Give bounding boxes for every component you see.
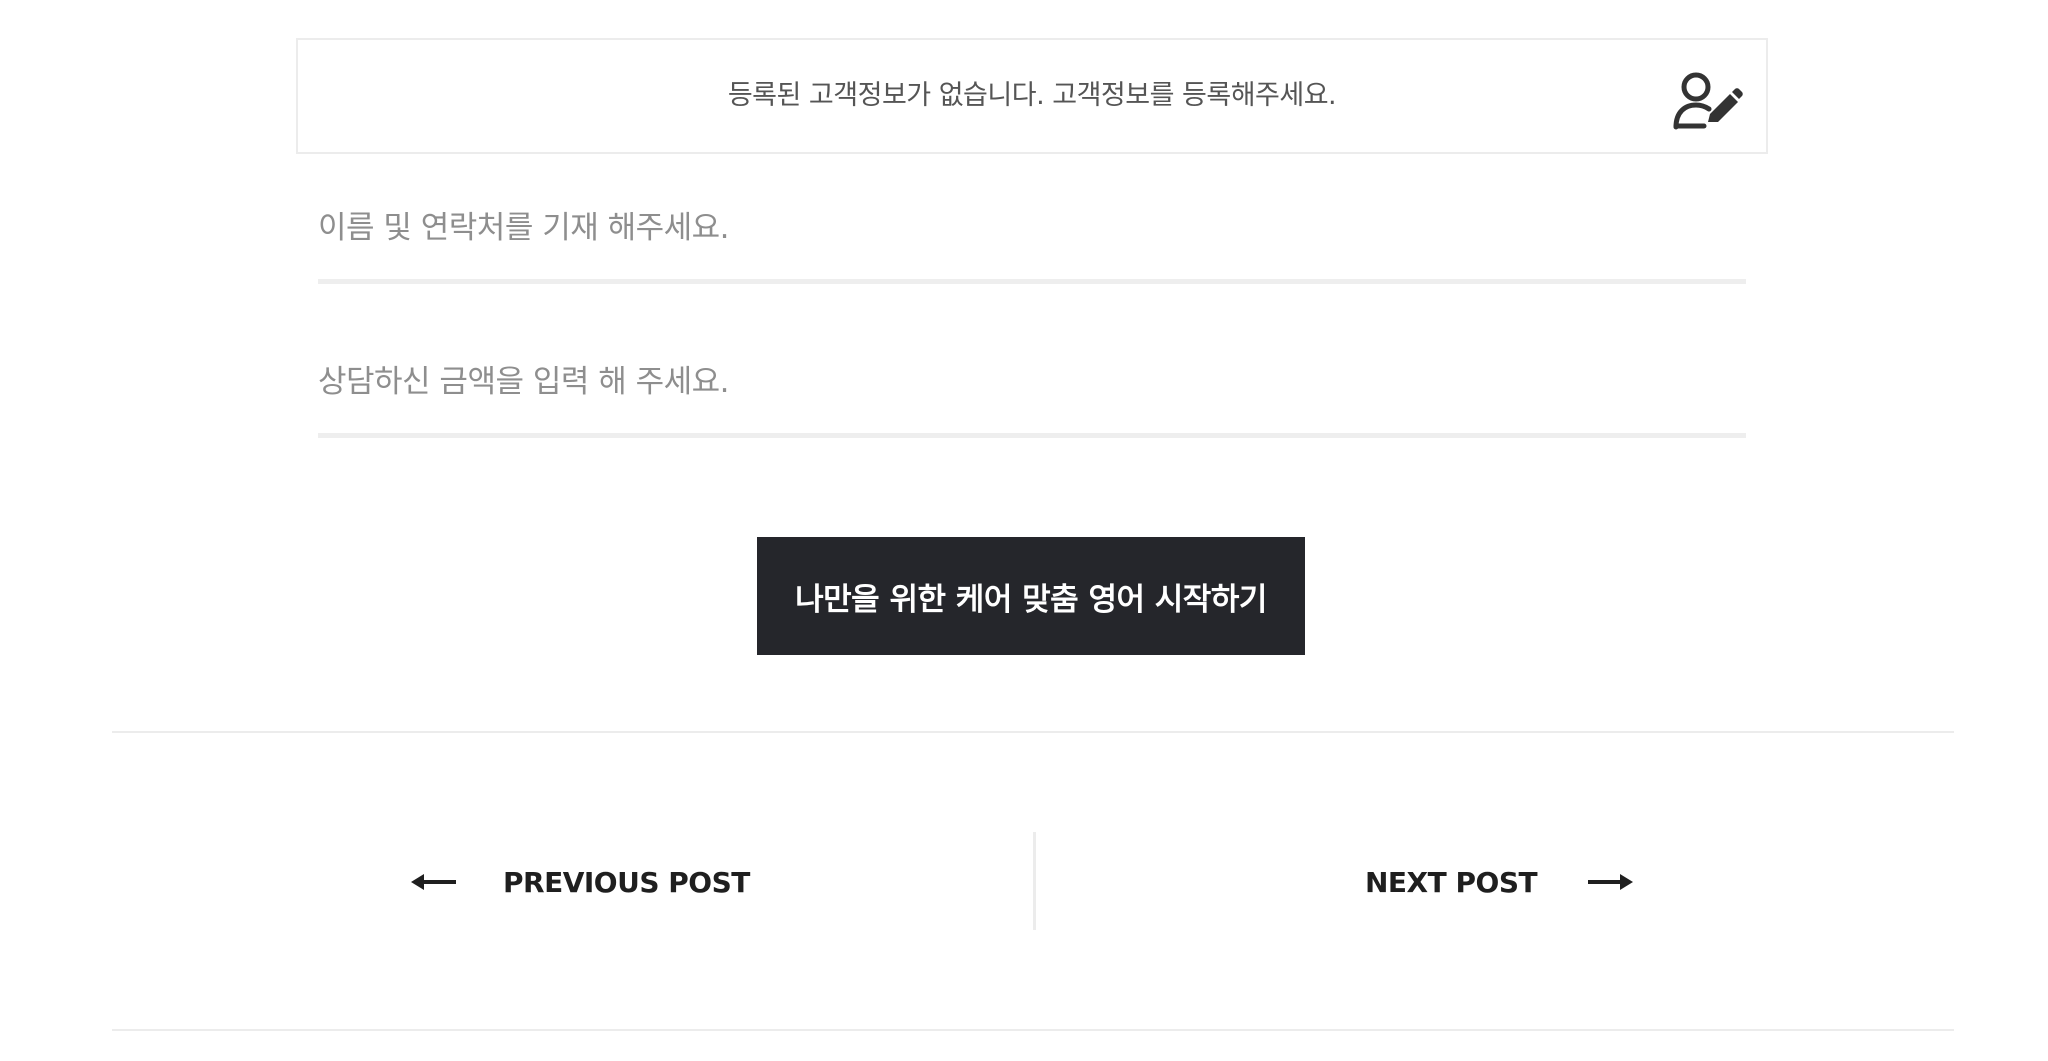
arrow-right-icon (1587, 872, 1634, 892)
name-contact-input[interactable] (318, 176, 1746, 284)
customer-info-notice-text: 등록된 고객정보가 없습니다. 고객정보를 등록해주세요. (727, 80, 1337, 111)
previous-post-label: PREVIOUS POST (503, 865, 750, 899)
post-nav-separator (1033, 832, 1036, 930)
previous-post-link[interactable]: PREVIOUS POST (411, 862, 750, 902)
customer-info-notice: 등록된 고객정보가 없습니다. 고객정보를 등록해주세요. (296, 38, 1768, 154)
user-edit-icon[interactable] (1672, 70, 1744, 130)
next-post-link[interactable]: NEXT POST (1365, 862, 1634, 902)
arrow-left-icon (411, 872, 457, 892)
page: 등록된 고객정보가 없습니다. 고객정보를 등록해주세요. 나만을 위한 케어 … (0, 0, 2048, 1061)
divider-bottom (112, 1029, 1954, 1031)
next-post-label: NEXT POST (1365, 865, 1538, 899)
divider-top (112, 731, 1954, 733)
start-custom-english-care-button[interactable]: 나만을 위한 케어 맞춤 영어 시작하기 (757, 537, 1305, 655)
consultation-amount-input[interactable] (318, 330, 1746, 438)
